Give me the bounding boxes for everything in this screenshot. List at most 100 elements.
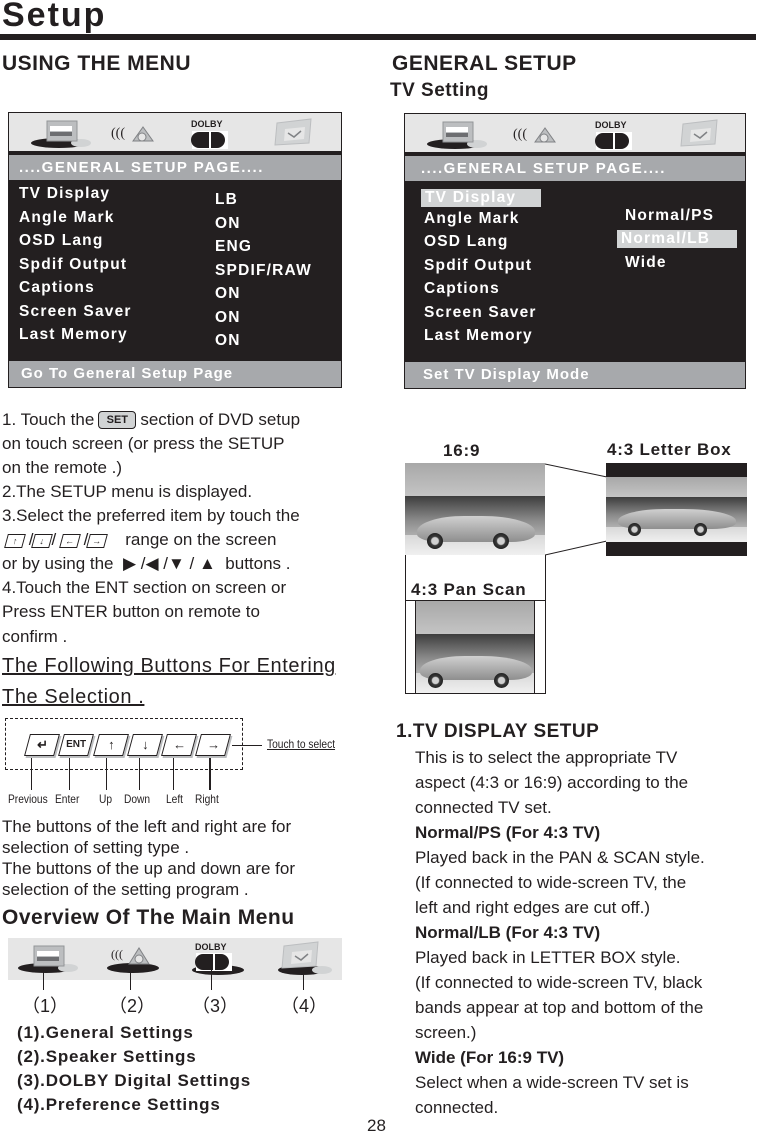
note-line-4: selection of the setting program . [2, 880, 249, 899]
normal-ps-line: (If connected to wide-screen TV, the [415, 873, 687, 892]
menu-item-captions[interactable]: Captions [424, 280, 500, 298]
menu-item-spdif-output[interactable]: Spdif Output [19, 256, 127, 274]
up-touch-button[interactable]: ↑ [93, 734, 129, 756]
down-key-icon: ↓ [31, 534, 54, 548]
buttons-heading-line-2: The Selection . [2, 686, 145, 708]
image-16-9 [405, 463, 545, 555]
step-3-line-1: 3.Select the preferred item by touch the [2, 506, 300, 525]
menu-value-last-memory: ON [215, 332, 241, 349]
osd-icon-bar: ((( DOLBY [405, 114, 745, 154]
osd-menu-general: ((( DOLBY ....GENERAL SETUP PAGE.... TV … [8, 112, 342, 388]
leader-line [139, 758, 140, 790]
preference-settings-icon[interactable] [276, 940, 341, 978]
overview-icon-bar: ((( DOLBY [8, 938, 342, 980]
menu-item-screen-saver[interactable]: Screen Saver [19, 303, 132, 321]
dolby-digital-icon[interactable]: DOLBY [593, 118, 639, 150]
label-panscan: 4:3 Pan Scan [411, 580, 527, 599]
leader-line [106, 758, 107, 790]
osd-footer: Go To General Setup Page [9, 361, 341, 387]
left-touch-button[interactable]: ← [161, 734, 197, 756]
step-1-line-2: on touch screen (or press the SETUP [2, 434, 285, 453]
wide-title: Wide (For 16:9 TV) [415, 1048, 565, 1067]
arrow-keys-icons: ▶ /◀ /▼ / ▲ [122, 554, 216, 573]
intro-line: aspect (4:3 or 16:9) according to the [415, 773, 689, 792]
speaker-settings-icon[interactable]: ((( [109, 117, 159, 149]
normal-ps-line: Played back in the PAN & SCAN style. [415, 848, 705, 867]
overview-marker-4: （4） [281, 996, 328, 1016]
label-down: Down [124, 792, 151, 806]
previous-touch-button[interactable]: ↵ [24, 734, 60, 756]
step-4-line-1: 4.Touch the ENT section on screen or [2, 578, 287, 597]
frame-line [545, 555, 546, 600]
wide-line: Select when a wide-screen TV set is [415, 1073, 689, 1092]
preference-settings-icon[interactable] [677, 118, 723, 150]
step-4-line-3: confirm . [2, 627, 68, 646]
using-menu-heading: USING THE MENU [2, 52, 192, 75]
label-left: Left [166, 792, 184, 806]
normal-lb-line: Played back in LETTER BOX style. [415, 948, 681, 967]
preference-settings-icon[interactable] [271, 117, 317, 149]
dolby-digital-icon[interactable]: DOLBY [190, 940, 255, 978]
label-letterbox: 4:3 Letter Box [607, 440, 732, 459]
option-wide[interactable]: Wide [625, 254, 667, 272]
menu-item-osd-lang[interactable]: OSD Lang [19, 232, 104, 250]
overview-list: (1).General Settings (2).Speaker Setting… [17, 1021, 251, 1117]
speaker-settings-icon[interactable]: ((( [103, 942, 168, 976]
overview-marker-1: （1） [22, 996, 69, 1016]
right-touch-button[interactable]: → [195, 734, 231, 756]
tv-display-setup-body: This is to select the appropriate TV asp… [415, 745, 705, 1120]
menu-item-last-memory[interactable]: Last Memory [19, 326, 128, 344]
down-touch-button[interactable]: ↓ [127, 734, 163, 756]
label-up: Up [99, 792, 113, 806]
menu-value-tv-display: LB [215, 191, 239, 208]
dolby-digital-icon[interactable]: DOLBY [189, 117, 235, 149]
general-settings-icon[interactable] [425, 118, 495, 150]
label-enter: Enter [55, 792, 80, 806]
option-normal-lb-selected[interactable]: Normal/LB [617, 230, 737, 248]
image-letterbox [606, 463, 747, 556]
menu-item-captions[interactable]: Captions [19, 279, 95, 297]
menu-item-tv-display[interactable]: TV Display [19, 185, 110, 203]
overview-marker-3: （3） [192, 996, 239, 1016]
tv-setting-heading: TV Setting [390, 80, 489, 101]
osd-header: ....GENERAL SETUP PAGE.... [405, 156, 745, 181]
leader-line [69, 758, 70, 790]
note-line-1: The buttons of the left and right are fo… [2, 817, 292, 836]
set-key-icon: SET [98, 411, 137, 429]
menu-value-osd-lang: ENG [215, 238, 253, 255]
menu-item-spdif-output[interactable]: Spdif Output [424, 257, 532, 275]
option-normal-ps[interactable]: Normal/PS [625, 207, 714, 225]
label-previous: Previous [8, 792, 48, 806]
menu-item-last-memory[interactable]: Last Memory [424, 327, 533, 345]
menu-value-screen-saver: ON [215, 309, 241, 326]
touch-hint-line [232, 745, 262, 746]
menu-item-angle-mark[interactable]: Angle Mark [424, 210, 520, 228]
menu-item-osd-lang[interactable]: OSD Lang [424, 233, 509, 251]
menu-item-angle-mark[interactable]: Angle Mark [19, 209, 115, 227]
up-key-icon: ↑ [4, 534, 26, 548]
general-settings-icon[interactable] [16, 942, 81, 976]
image-panscan [405, 600, 546, 694]
general-settings-icon[interactable] [29, 117, 99, 149]
speaker-settings-icon[interactable]: ((( [511, 118, 561, 150]
normal-ps-line: left and right edges are cut off.) [415, 898, 650, 917]
note-line-3: The buttons of the up and down are for [2, 859, 295, 878]
buttons-heading-line-1: The Following Buttons For Entering [2, 655, 336, 677]
intro-line: This is to select the appropriate TV [415, 748, 678, 767]
osd-icon-bar: ((( DOLBY [9, 113, 341, 153]
overview-item-preference: (4).Preference Settings [17, 1095, 221, 1114]
connector-lines [545, 463, 607, 556]
menu-item-screen-saver[interactable]: Screen Saver [424, 304, 537, 322]
leader-line [130, 970, 131, 990]
menu-value-spdif-output: SPDIF/RAW [215, 262, 312, 279]
svg-text:(((: ((( [111, 947, 123, 961]
frame-line [405, 555, 406, 600]
svg-text:(((: ((( [111, 126, 125, 141]
step-4-line-2: Press ENTER button on remote to [2, 602, 260, 621]
leader-line [173, 758, 174, 790]
menu-value-captions: ON [215, 285, 241, 302]
osd-footer: Set TV Display Mode [405, 362, 745, 388]
menu-item-tv-display-selected[interactable]: TV Display [421, 189, 541, 207]
enter-touch-button[interactable]: ENT [58, 734, 94, 756]
leader-line [31, 758, 32, 790]
